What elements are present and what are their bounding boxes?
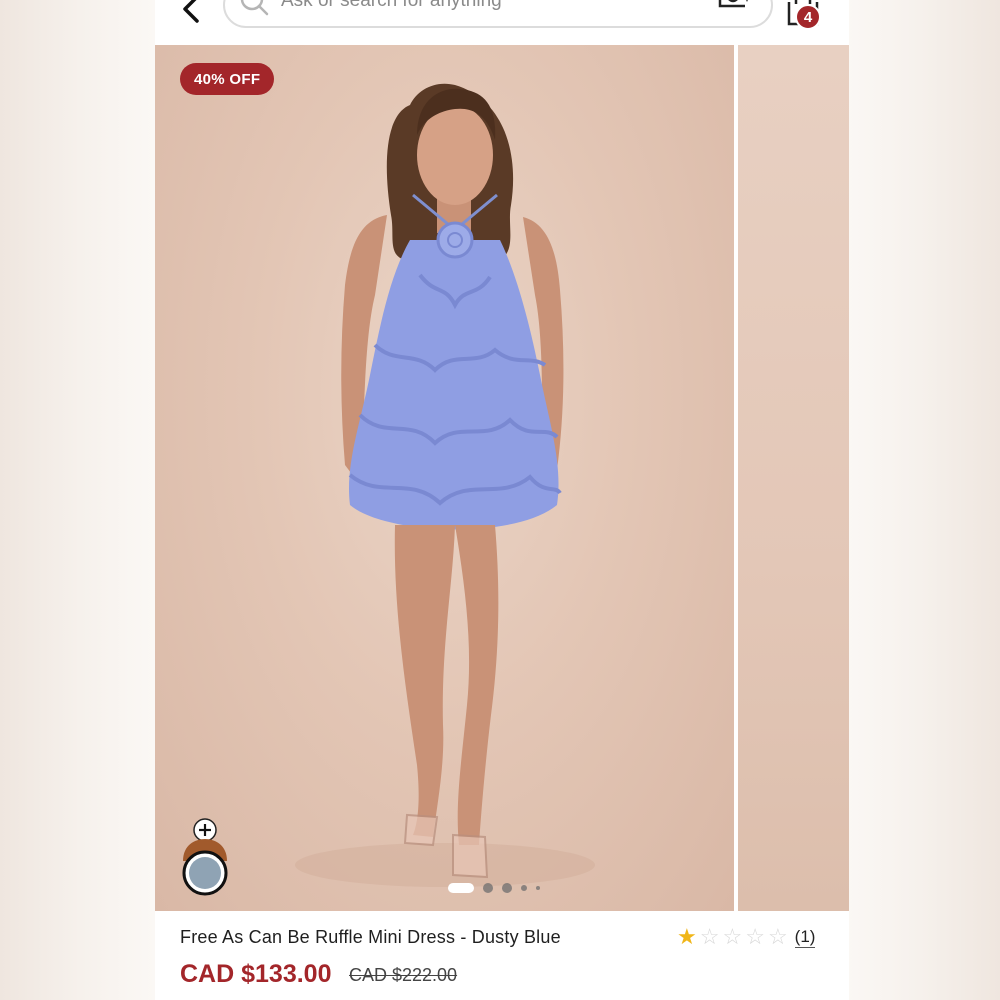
camera-search-icon[interactable] (717, 0, 753, 12)
pagination-dot[interactable] (521, 885, 527, 891)
pagination-dot[interactable] (483, 883, 493, 893)
star-icon: ☆ (767, 924, 788, 949)
top-bar: Ask or search for anything 4 (155, 0, 849, 45)
rating-stars: ★ ☆ ☆ ☆ ☆ (677, 926, 791, 948)
review-count-link[interactable]: (1) (794, 927, 816, 948)
search-icon (240, 0, 269, 16)
gallery-pagination-dots[interactable] (448, 883, 540, 893)
search-input[interactable]: Ask or search for anything (223, 0, 773, 28)
app-screen: Ask or search for anything 4 40% OFF Fre… (155, 0, 849, 1000)
product-title: Free As Can Be Ruffle Mini Dress - Dusty… (180, 927, 561, 947)
star-icon: ☆ (722, 924, 743, 949)
back-button[interactable] (173, 0, 209, 28)
product-photo[interactable]: 40% OFF (155, 45, 734, 911)
product-image-gallery[interactable]: 40% OFF (155, 45, 849, 911)
cart-count-badge: 4 (795, 4, 821, 30)
sale-price: CAD $133.00 (180, 960, 332, 988)
original-price: CAD $222.00 (349, 965, 458, 985)
search-placeholder: Ask or search for anything (281, 0, 502, 11)
product-rating[interactable]: ★ ☆ ☆ ☆ ☆ (1) (677, 926, 816, 948)
color-swatch-selector[interactable] (181, 817, 233, 899)
pagination-dot[interactable] (502, 883, 512, 893)
star-icon: ★ (677, 924, 697, 949)
star-icon: ☆ (699, 924, 720, 949)
star-icon: ☆ (745, 924, 765, 949)
discount-badge: 40% OFF (180, 63, 275, 95)
next-product-photo[interactable] (738, 45, 849, 911)
back-arrow-icon (183, 0, 199, 23)
model-wearing-dress-image (295, 83, 595, 887)
pagination-dot[interactable] (448, 883, 474, 893)
pagination-dot[interactable] (536, 886, 540, 890)
selected-color-swatch (189, 857, 221, 889)
